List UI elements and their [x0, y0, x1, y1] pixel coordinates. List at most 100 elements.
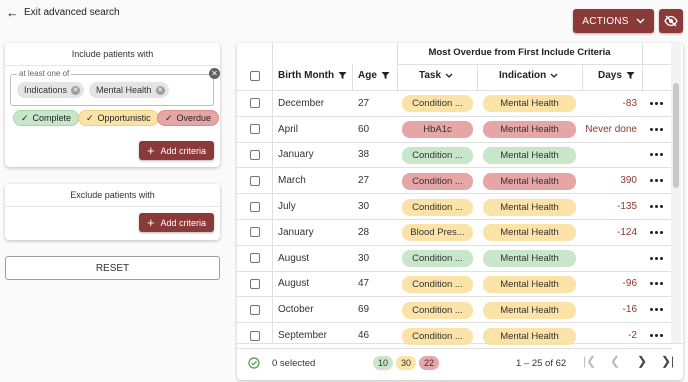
table-row[interactable]: August 47 Condition ... Mental Health -96	[237, 272, 672, 298]
filter-complete[interactable]: ✓ Complete	[13, 110, 80, 126]
days-cell: -16	[622, 304, 637, 316]
actions-label: ACTIONS	[582, 15, 629, 27]
chip-mental-health[interactable]: Mental Health ✕	[89, 82, 169, 98]
indication-pill[interactable]: Mental Health	[483, 95, 576, 113]
filter-icon[interactable]	[338, 71, 347, 80]
col-birth-month[interactable]: Birth Month	[278, 70, 347, 81]
filter-opportunistic[interactable]: ✓ Opportunistic	[78, 110, 159, 126]
close-icon[interactable]: ✕	[155, 85, 165, 95]
last-page-icon[interactable]: ❯|	[661, 354, 674, 368]
close-icon[interactable]: ✕	[71, 85, 81, 95]
task-pill[interactable]: HbA1c	[402, 121, 473, 139]
more-icon[interactable]	[650, 101, 666, 106]
days-cell: Never done	[585, 123, 637, 135]
more-icon[interactable]	[650, 230, 666, 235]
exclude-add-criteria-button[interactable]: + Add criteria	[139, 213, 214, 232]
table-row[interactable]: January 28 Blood Pres... Mental Health -124	[237, 220, 672, 246]
table-row[interactable]: October 69 Condition ... Mental Health -16	[237, 297, 672, 324]
next-page-icon[interactable]: ❯	[637, 354, 647, 368]
col-age-label: Age	[358, 70, 377, 81]
filter-icon[interactable]	[381, 71, 390, 80]
table-row[interactable]: March 27 Condition ... Mental Health 390	[237, 168, 672, 195]
table-row[interactable]: January 38 Condition ... Mental Health	[237, 143, 672, 169]
days-cell: 390	[620, 175, 637, 187]
grid-scrollbar-thumb[interactable]	[673, 83, 679, 188]
more-icon[interactable]	[650, 179, 666, 183]
more-icon[interactable]	[650, 153, 666, 157]
prev-page-icon[interactable]: ❮	[610, 354, 620, 368]
filter-icon[interactable]	[626, 71, 635, 80]
more-icon[interactable]	[650, 256, 666, 261]
chevron-down-icon	[445, 73, 453, 78]
row-checkbox[interactable]	[250, 227, 260, 238]
include-criteria-field[interactable]: at least one of Indications ✕ Mental Hea…	[10, 69, 214, 106]
birth-month-cell: December	[278, 97, 325, 109]
row-checkbox[interactable]	[250, 98, 260, 109]
table-row[interactable]: July 30 Condition ... Mental Health -135	[237, 194, 672, 220]
first-page-icon[interactable]: |❮	[583, 354, 596, 368]
age-cell: 28	[358, 226, 370, 238]
exit-advanced-search-label: Exit advanced search	[24, 7, 120, 18]
task-pill[interactable]: Blood Pres...	[402, 224, 473, 242]
col-age[interactable]: Age	[358, 70, 390, 81]
birth-month-cell: July	[278, 201, 296, 213]
indication-pill[interactable]: Mental Health	[483, 275, 576, 293]
task-pill[interactable]: Condition ...	[402, 250, 473, 268]
include-add-criteria-button[interactable]: + Add criteria	[139, 141, 214, 160]
indication-pill[interactable]: Mental Health	[483, 301, 576, 319]
filter-complete-label: Complete	[32, 113, 72, 123]
col-days[interactable]: Days	[598, 70, 635, 81]
actions-button[interactable]: ACTIONS	[573, 9, 654, 33]
pagination-range: 1 – 25 of 62	[516, 358, 567, 369]
more-icon[interactable]	[650, 205, 666, 209]
row-checkbox[interactable]	[250, 149, 260, 160]
indication-pill[interactable]: Mental Health	[483, 172, 576, 190]
birth-month-cell: January	[278, 226, 314, 238]
row-checkbox[interactable]	[250, 175, 260, 186]
reset-button[interactable]: RESET	[5, 256, 220, 280]
table-row[interactable]: April 60 HbA1c Mental Health Never done	[237, 117, 672, 143]
clear-criteria-icon[interactable]: ✕	[209, 68, 220, 79]
filter-overdue[interactable]: ✓ Overdue	[157, 110, 220, 126]
include-criteria-legend: at least one of	[17, 69, 72, 78]
row-checkbox[interactable]	[250, 304, 260, 315]
task-pill[interactable]: Condition ...	[402, 301, 473, 319]
group-header: Most Overdue from First Include Criteria	[428, 47, 611, 58]
more-icon[interactable]	[650, 308, 666, 312]
birth-month-cell: April	[278, 123, 299, 135]
indication-pill[interactable]: Mental Health	[483, 198, 576, 216]
col-task[interactable]: Task	[419, 70, 453, 81]
more-icon[interactable]	[650, 282, 666, 286]
exit-advanced-search-link[interactable]: ← Exit advanced search	[6, 6, 120, 19]
select-all-checkbox[interactable]	[250, 71, 260, 81]
col-indication[interactable]: Indication	[499, 70, 558, 81]
birth-month-cell: August	[278, 278, 310, 290]
indication-pill[interactable]: Mental Health	[483, 250, 576, 268]
plus-icon: +	[146, 142, 155, 158]
opportunistic-count-badge: 30	[396, 356, 416, 370]
table-row[interactable]: December 27 Condition ... Mental Health -83	[237, 91, 672, 117]
indication-pill[interactable]: Mental Health	[483, 224, 576, 242]
task-pill[interactable]: Condition ...	[402, 172, 473, 190]
row-checkbox[interactable]	[250, 253, 260, 264]
more-icon[interactable]	[650, 127, 666, 132]
row-checkbox[interactable]	[250, 201, 260, 212]
task-pill[interactable]: Condition ...	[402, 198, 473, 216]
include-add-criteria-label: Add criteria	[160, 145, 207, 156]
chip-indications[interactable]: Indications ✕	[17, 82, 85, 98]
table-row[interactable]: August 30 Condition ... Mental Health	[237, 246, 672, 272]
toggle-visibility-button[interactable]	[659, 9, 683, 33]
task-pill[interactable]: Condition ...	[402, 95, 473, 113]
task-pill[interactable]: Condition ...	[402, 146, 473, 164]
col-task-label: Task	[419, 70, 442, 81]
indication-pill[interactable]: Mental Health	[483, 146, 576, 164]
row-checkbox[interactable]	[250, 124, 260, 135]
more-icon[interactable]	[650, 334, 666, 338]
check-icon: ✓	[86, 112, 94, 123]
age-cell: 30	[358, 201, 370, 213]
task-pill[interactable]: Condition ...	[402, 275, 473, 293]
chip-mental-health-label: Mental Health	[96, 85, 152, 95]
row-checkbox[interactable]	[250, 278, 260, 289]
row-checkbox[interactable]	[250, 330, 260, 341]
indication-pill[interactable]: Mental Health	[483, 121, 576, 139]
